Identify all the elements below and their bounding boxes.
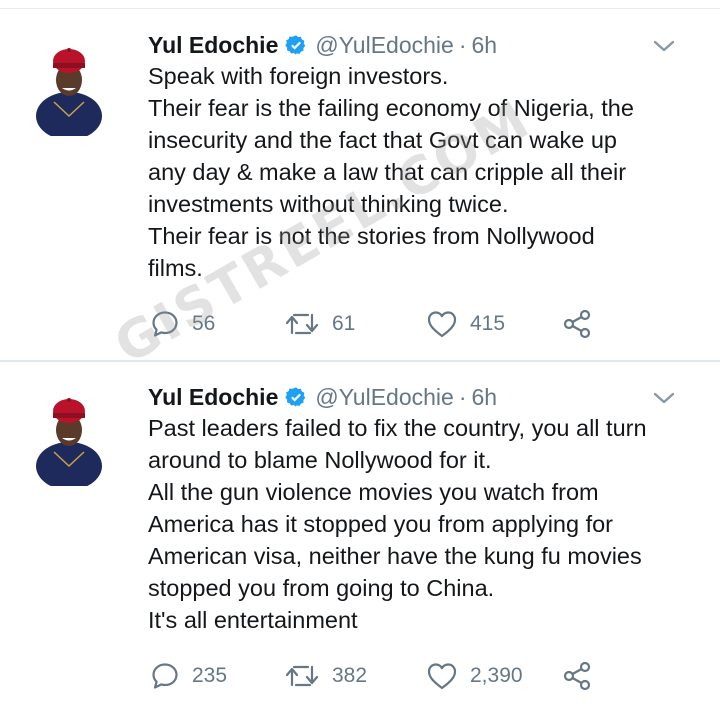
tweet-text-line: any day & make a law that can cripple al…	[148, 159, 627, 185]
retweet-icon	[285, 665, 319, 687]
chevron-down-icon[interactable]	[652, 390, 676, 406]
display-name[interactable]: Yul Edochie	[148, 32, 278, 59]
tweet-text-line: films.	[148, 255, 203, 281]
separator-dot: ·	[458, 383, 467, 410]
tweet-text: Past leaders failed to fix the country, …	[148, 412, 708, 636]
tweet-text-line: Speak with foreign investors.	[148, 63, 449, 89]
separator-dot: ·	[458, 31, 467, 58]
tweet-header: Yul Edochie @YulEdochie · 6h	[148, 30, 497, 60]
reply-button[interactable]: 235	[150, 658, 227, 694]
tweet-text-line: investments without thinking twice.	[148, 191, 509, 217]
like-count: 2,390	[470, 664, 523, 687]
tweet-text: Speak with foreign investors. Their fear…	[148, 60, 708, 284]
tweet-text-line: It's all entertainment	[148, 607, 358, 633]
like-button[interactable]: 2,390	[426, 658, 523, 694]
retweet-button[interactable]: 61	[284, 306, 355, 342]
tweet-text-line: America has it stopped you from applying…	[148, 511, 614, 537]
chevron-down-icon[interactable]	[652, 38, 676, 54]
tweet-actions: 235 382 2,390	[150, 658, 610, 694]
timestamp[interactable]: 6h	[472, 384, 498, 411]
reply-count: 235	[192, 664, 228, 687]
like-button[interactable]: 415	[426, 306, 505, 342]
tweet-text-line: around to blame Nollywood for it.	[148, 447, 492, 473]
tweet-text-line: All the gun violence movies you watch fr…	[148, 479, 599, 505]
reply-icon	[152, 663, 178, 689]
reply-button[interactable]: 56	[150, 306, 215, 342]
display-name[interactable]: Yul Edochie	[148, 384, 278, 411]
tweet-text-line: American visa, neither have the kung fu …	[148, 543, 642, 569]
reply-icon	[152, 311, 178, 337]
tweet-text-line: Past leaders failed to fix the country, …	[148, 415, 647, 441]
retweet-count: 382	[332, 664, 368, 687]
timestamp[interactable]: 6h	[472, 32, 498, 59]
tweet-card[interactable]: Yul Edochie @YulEdochie · 6h Speak with …	[0, 0, 720, 360]
share-button[interactable]	[562, 658, 592, 694]
user-handle[interactable]: @YulEdochie	[315, 384, 453, 411]
tweet-text-line: stopped you from going to China.	[148, 575, 495, 601]
retweet-icon	[285, 313, 319, 335]
reply-count: 56	[192, 312, 216, 335]
retweet-count: 61	[332, 312, 356, 335]
heart-icon	[427, 311, 457, 338]
tweet-text-line: Their fear is not the stories from Nolly…	[148, 223, 595, 249]
verified-badge-icon	[285, 387, 306, 407]
avatar[interactable]	[34, 36, 104, 136]
verified-badge-icon	[285, 35, 306, 55]
like-count: 415	[470, 312, 506, 335]
user-handle[interactable]: @YulEdochie	[315, 32, 453, 59]
heart-icon	[427, 663, 457, 690]
tweet-card[interactable]: Yul Edochie @YulEdochie · 6h Past leader…	[0, 362, 720, 720]
avatar[interactable]	[34, 386, 104, 486]
tweet-actions: 56 61 415	[150, 306, 610, 342]
retweet-button[interactable]: 382	[284, 658, 367, 694]
tweet-text-line: Their fear is the failing economy of Nig…	[148, 95, 634, 121]
share-icon	[563, 309, 591, 339]
share-icon	[563, 661, 591, 691]
share-button[interactable]	[562, 306, 592, 342]
tweet-header: Yul Edochie @YulEdochie · 6h	[148, 382, 497, 412]
tweet-text-line: insecurity and the fact that Govt can wa…	[148, 127, 617, 153]
